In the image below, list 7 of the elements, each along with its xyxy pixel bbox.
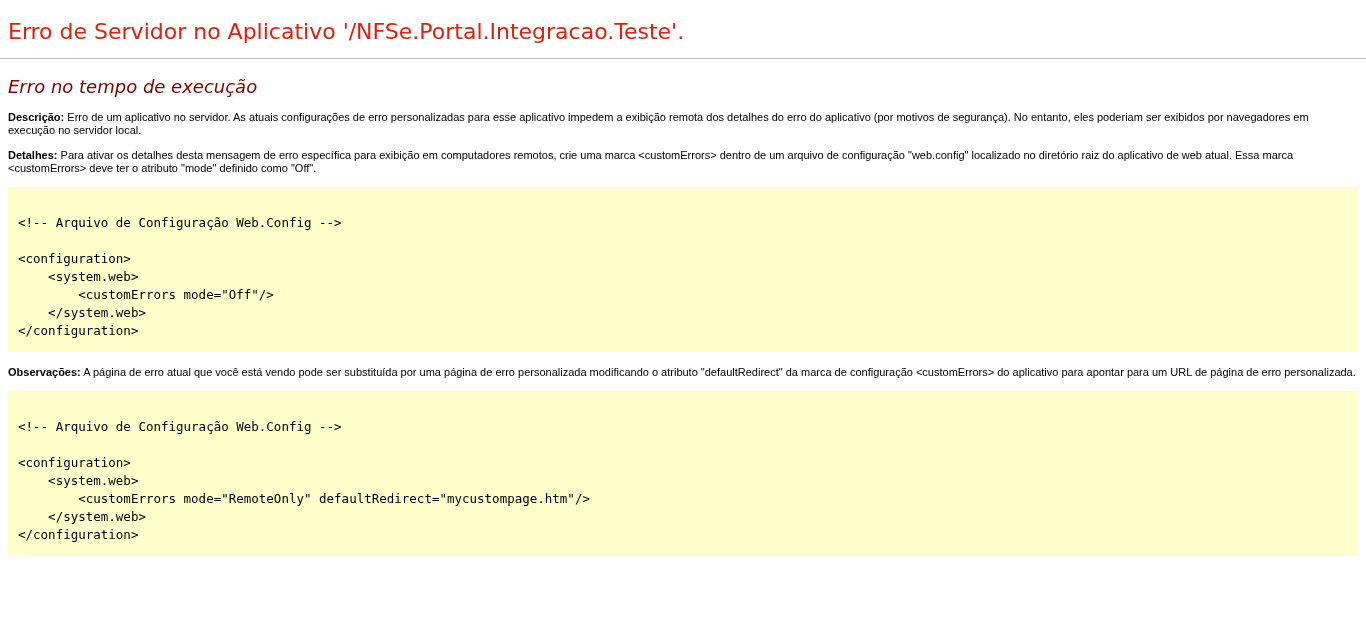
description-paragraph: Detalhes: Para ativar os detalhes desta mensagem de erro específica para exibição em computadores remotos, crie uma marca <customErrors> dentro de um arquivo de configuração "web.config" localizado no diretório raiz do aplicativo de web atual. Essa marca <customErrors> deve ter o atributo "mode" definido como "Off". bbox=[8, 149, 1295, 175]
page-title: Erro de Servidor no Aplicativo '/NFSe.Portal.Integracao.Teste'. bbox=[8, 18, 686, 46]
config-code-block: <!-- Arquivo de Configuração Web.Config --> <configuration> <system.web> <customErrors mode="Off"/> </system.web> </configuration> bbox=[8, 187, 1358, 352]
description-paragraph: Observações: A página de erro atual que você está vendo pode ser substituída por uma página de erro personalizada modificando o atributo "defaultRedirect" da marca de configuração <customErrors> do aplicativo para apontar para um URL de página de erro personalizada. bbox=[8, 366, 1357, 379]
error-subtitle: Erro no tempo de execução bbox=[8, 75, 259, 99]
config-code-block: <!-- Arquivo de Configuração Web.Config --> <configuration> <system.web> <customErrors mode="RemoteOnly" defaultRedirect="mycustompage.htm"/> </system.web> </configuration> bbox=[8, 391, 1358, 556]
description-paragraph: Descrição: Erro de um aplicativo no servidor. As atuais configurações de erro personalizadas para esse aplicativo impedem a exibição remota dos detalhes do erro do aplicativo (por motivos de segurança). No entanto, eles poderiam ser exibidos por navegadores em execução no servidor local. bbox=[8, 111, 1310, 137]
